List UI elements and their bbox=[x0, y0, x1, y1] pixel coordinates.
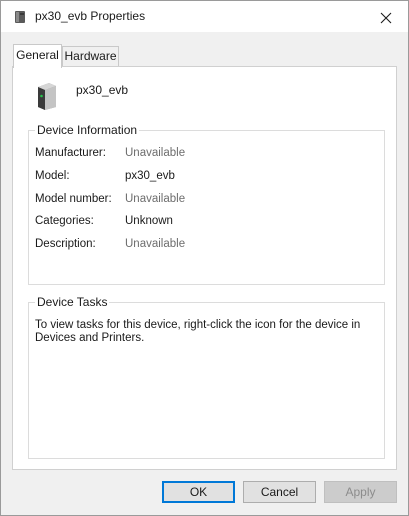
description-label: Description: bbox=[35, 238, 96, 250]
model-value: px30_evb bbox=[125, 170, 175, 182]
properties-dialog: px30_evb Properties General Hardware px3… bbox=[0, 0, 409, 516]
device-tasks-group: Device Tasks To view tasks for this devi… bbox=[28, 295, 385, 459]
manufacturer-label: Manufacturer: bbox=[35, 147, 106, 159]
device-information-group: Device Information Manufacturer: Unavail… bbox=[28, 123, 385, 285]
title-bar: px30_evb Properties bbox=[1, 1, 408, 32]
device-name: px30_evb bbox=[76, 83, 129, 97]
apply-button[interactable]: Apply bbox=[324, 481, 397, 503]
ok-button[interactable]: OK bbox=[162, 481, 235, 503]
device-tasks-text: To view tasks for this device, right-cli… bbox=[35, 319, 361, 344]
categories-label: Categories: bbox=[35, 215, 94, 227]
printer-device-icon bbox=[35, 81, 59, 111]
cancel-button[interactable]: Cancel bbox=[243, 481, 316, 503]
device-tasks-title: Device Tasks bbox=[35, 295, 110, 309]
manufacturer-value: Unavailable bbox=[125, 147, 186, 159]
window-title: px30_evb Properties bbox=[35, 9, 146, 23]
model-label: Model: bbox=[35, 170, 70, 182]
close-button[interactable] bbox=[373, 7, 399, 29]
tab-hardware[interactable]: Hardware bbox=[62, 46, 119, 66]
model-number-value: Unavailable bbox=[125, 193, 186, 205]
categories-value: Unknown bbox=[125, 215, 173, 227]
tab-general[interactable]: General bbox=[13, 44, 62, 68]
device-icon bbox=[13, 10, 27, 24]
description-value: Unavailable bbox=[125, 238, 186, 250]
general-tab-panel: px30_evb Device Information Manufacturer… bbox=[12, 66, 397, 470]
model-number-label: Model number: bbox=[35, 193, 112, 205]
close-icon bbox=[380, 12, 392, 24]
device-information-title: Device Information bbox=[35, 123, 140, 137]
